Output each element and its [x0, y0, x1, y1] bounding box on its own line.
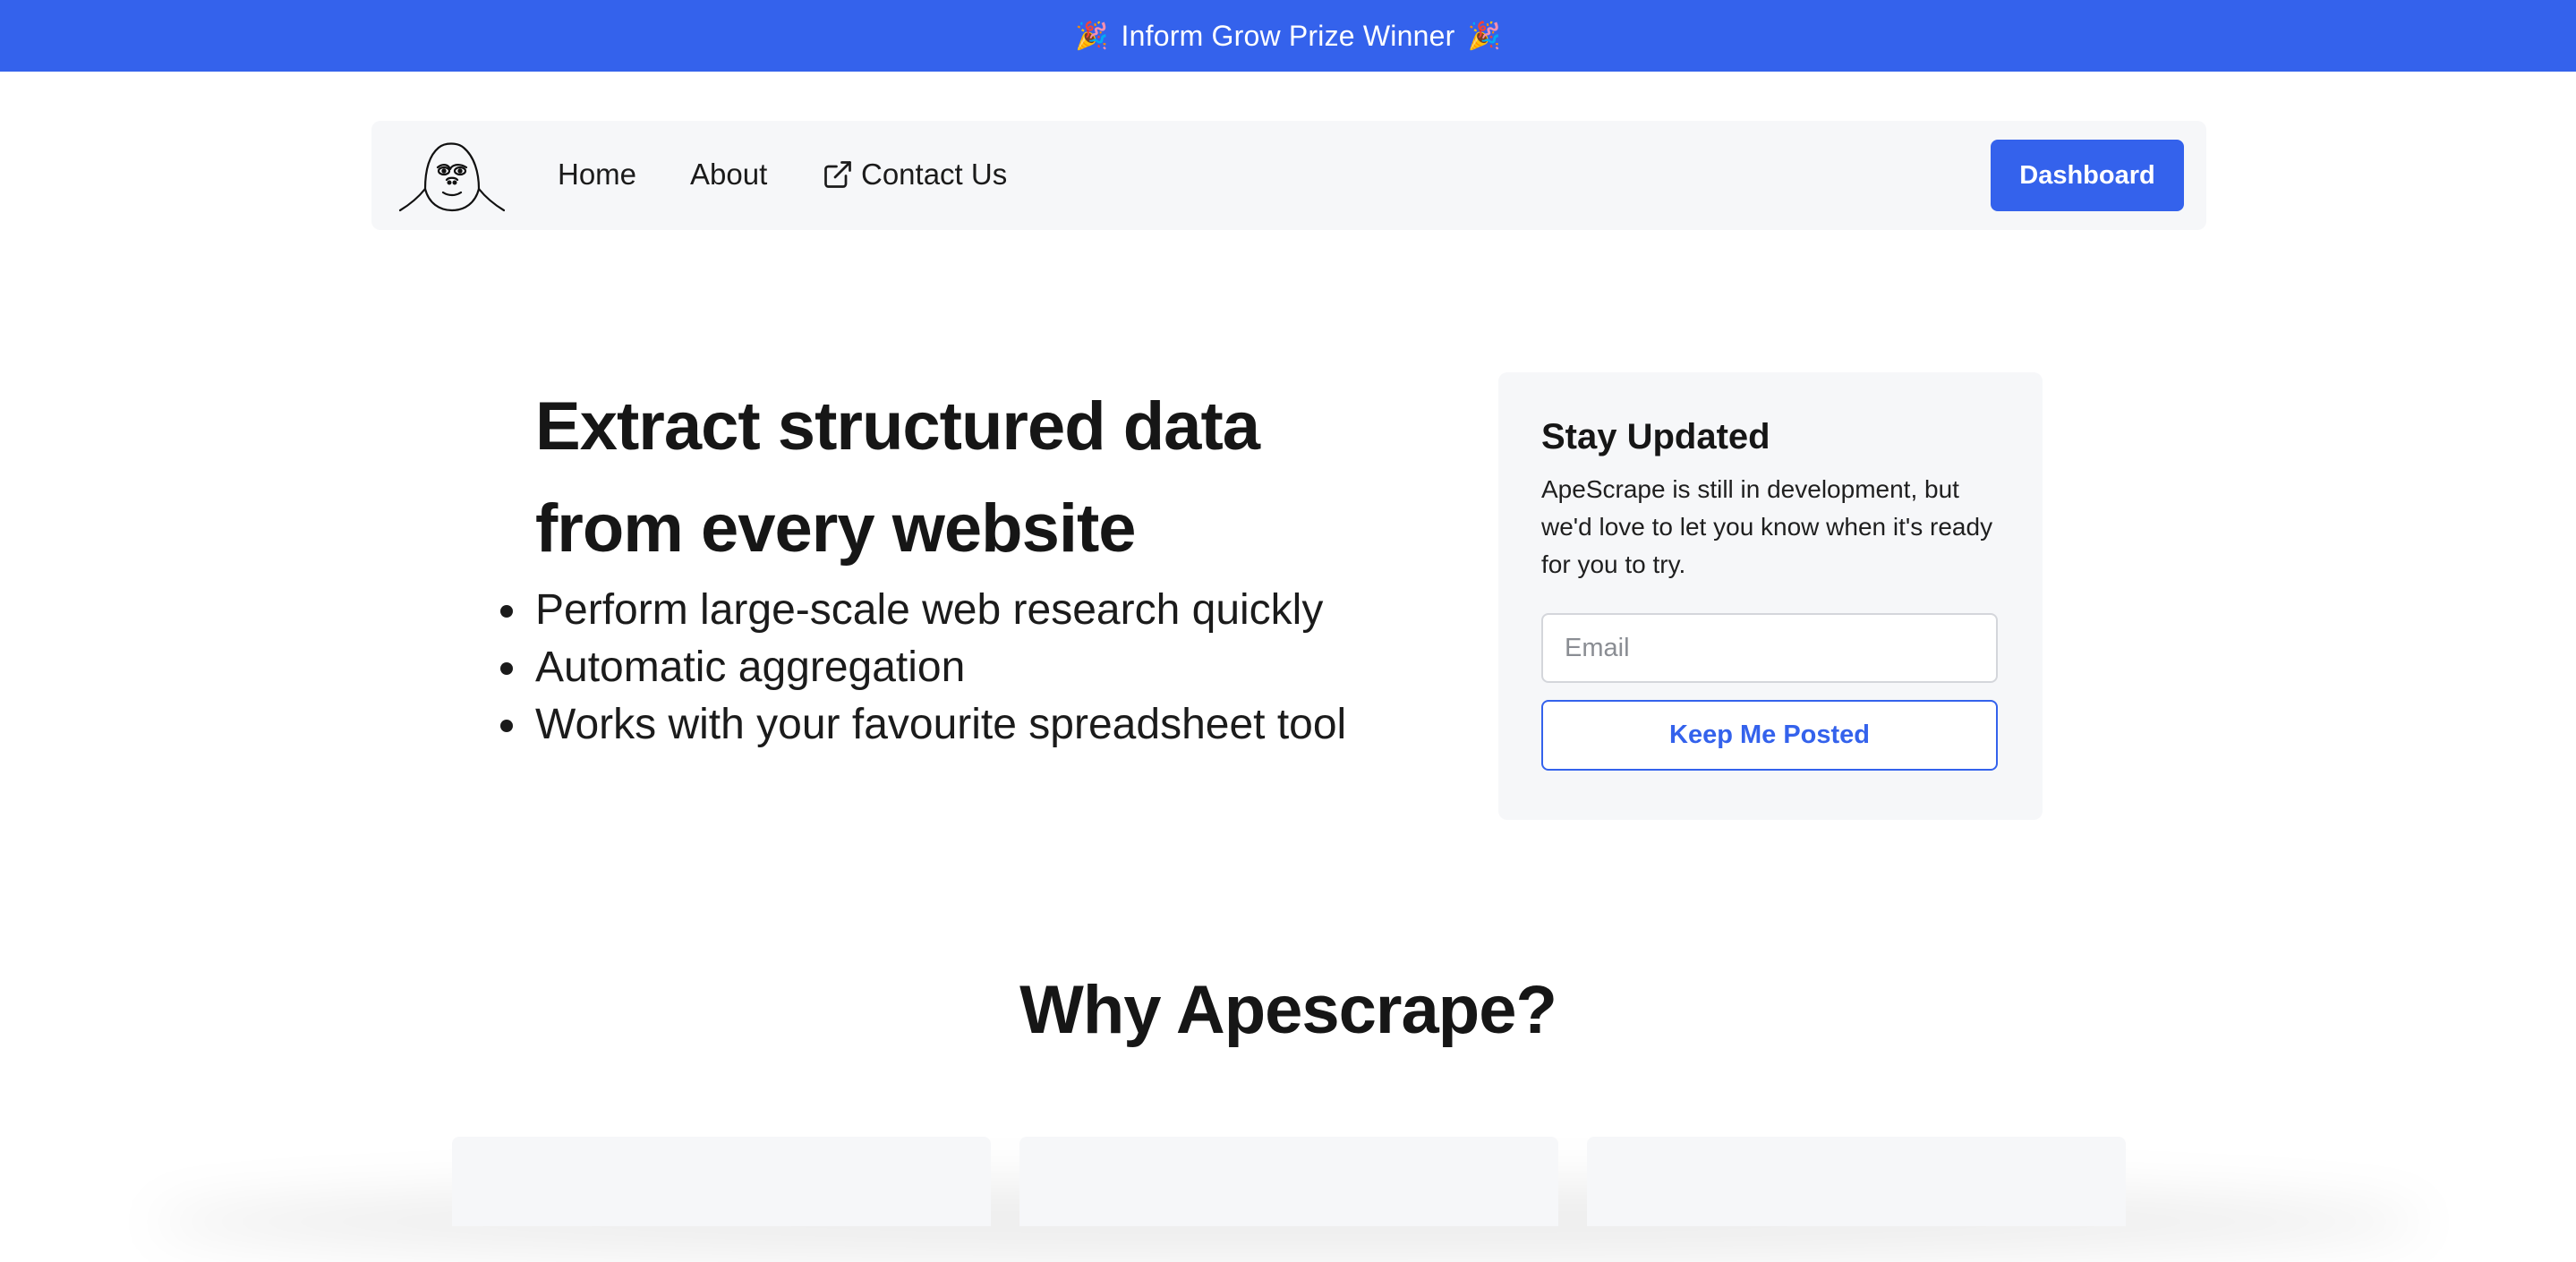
- nav-about-link[interactable]: About: [690, 155, 767, 194]
- navbar: Home About Contact Us Dashboard: [371, 121, 2206, 230]
- external-link-icon: [824, 161, 851, 188]
- feature-bullet: Works with your favourite spreadsheet to…: [499, 696, 1346, 754]
- party-popper-icon: 🎉: [1074, 21, 1109, 51]
- signup-description: ApeScrape is still in development, but w…: [1541, 475, 1993, 578]
- hero-title-line2-suffix: website: [874, 490, 1137, 567]
- hero-title-emphasis: every: [701, 490, 875, 567]
- signup-title: Stay Updated: [1541, 417, 1770, 456]
- feature-bullet: Perform large-scale web research quickly: [499, 582, 1346, 639]
- feature-card: [1019, 1137, 1558, 1226]
- hero-title: Extract structured data from every websi…: [535, 376, 1430, 580]
- nav-home-link[interactable]: Home: [558, 155, 636, 194]
- announcement-banner: 🎉 Inform Grow Prize Winner 🎉: [0, 0, 2576, 72]
- hero-title-line1: Extract structured data: [535, 388, 1260, 465]
- hero-title-line2-prefix: from: [535, 490, 701, 567]
- email-input[interactable]: [1541, 613, 1998, 683]
- nav-contact-link[interactable]: Contact Us: [822, 155, 1007, 194]
- feature-bullet-list: Perform large-scale web research quickly…: [499, 582, 1346, 754]
- banner-text: Inform Grow Prize Winner: [1121, 19, 1455, 52]
- dashboard-button[interactable]: Dashboard: [1991, 140, 2184, 211]
- feature-card: [1587, 1137, 2126, 1226]
- feature-card: [452, 1137, 991, 1226]
- why-section-title: Why Apescrape?: [1019, 972, 1557, 1048]
- feature-bullet: Automatic aggregation: [499, 639, 1346, 696]
- gorilla-logo[interactable]: [398, 137, 506, 216]
- nav-contact-label: Contact Us: [861, 158, 1008, 191]
- signup-card: Stay Updated ApeScrape is still in devel…: [1498, 372, 2043, 820]
- party-popper-icon: 🎉: [1467, 21, 1501, 51]
- keep-me-posted-button[interactable]: Keep Me Posted: [1541, 700, 1998, 771]
